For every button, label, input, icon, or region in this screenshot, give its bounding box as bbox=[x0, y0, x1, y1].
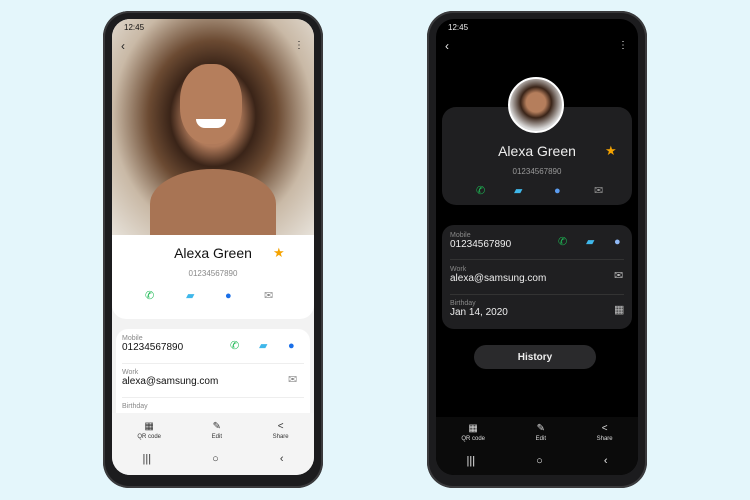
contact-name: Alexa Green bbox=[498, 143, 576, 159]
divider bbox=[450, 259, 624, 260]
bottom-area: ▦ QR code ✎ Edit < Share ||| ○ ‹ bbox=[436, 417, 638, 475]
back-nav-icon[interactable]: ‹ bbox=[604, 455, 608, 467]
edit-button[interactable]: ✎ Edit bbox=[536, 423, 546, 442]
message-icon[interactable]: ▰ bbox=[259, 341, 267, 352]
star-icon[interactable]: ★ bbox=[273, 246, 285, 259]
back-icon[interactable]: ‹ bbox=[121, 39, 125, 53]
detail-label: Work bbox=[122, 369, 139, 376]
screen-dark: 12:45 ‹ ⋮ Alexa Green ★ 01234567890 ✆ ▰ … bbox=[436, 19, 638, 475]
recents-icon[interactable]: ||| bbox=[467, 455, 476, 467]
phone-dark: 12:45 ‹ ⋮ Alexa Green ★ 01234567890 ✆ ▰ … bbox=[427, 11, 647, 488]
more-options-icon[interactable]: ⋮ bbox=[294, 40, 304, 51]
detail-birthday[interactable]: Birthday Jan 14, 2020 bbox=[450, 300, 508, 318]
back-nav-icon[interactable]: ‹ bbox=[280, 453, 284, 465]
message-icon[interactable]: ▰ bbox=[586, 237, 594, 248]
more-options-icon[interactable]: ⋮ bbox=[618, 40, 628, 51]
mail-icon[interactable]: ✉ bbox=[288, 375, 297, 386]
screen-light: 12:45 ‹ ⋮ Alexa Green ★ 01234567890 ✆ ▰ … bbox=[112, 19, 314, 475]
share-icon: < bbox=[601, 423, 608, 434]
detail-value: Jan 14, 2020 bbox=[450, 307, 508, 318]
mail-icon[interactable]: ✉ bbox=[594, 186, 603, 197]
qr-code-icon: ▦ bbox=[468, 423, 478, 434]
video-call-icon[interactable]: ● bbox=[614, 237, 621, 248]
contact-avatar bbox=[508, 77, 564, 133]
history-button[interactable]: History bbox=[474, 345, 596, 369]
edit-label: Edit bbox=[535, 436, 546, 442]
qr-code-icon: ▦ bbox=[144, 421, 154, 432]
photo-smile bbox=[196, 119, 226, 128]
detail-value: alexa@samsung.com bbox=[450, 273, 547, 284]
divider bbox=[122, 397, 304, 398]
detail-work[interactable]: Work alexa@samsung.com bbox=[450, 266, 546, 284]
mail-icon[interactable]: ✉ bbox=[614, 271, 623, 282]
phone-icon[interactable]: ✆ bbox=[145, 291, 154, 302]
detail-label: Mobile bbox=[450, 232, 471, 239]
share-button[interactable]: < Share bbox=[273, 421, 289, 440]
detail-birthday[interactable]: Birthday bbox=[122, 403, 148, 410]
video-call-icon[interactable]: ● bbox=[288, 341, 295, 352]
back-icon[interactable]: ‹ bbox=[445, 39, 449, 53]
qr-code-label: QR code bbox=[137, 434, 161, 440]
qr-code-label: QR code bbox=[461, 436, 485, 442]
pencil-icon: ✎ bbox=[536, 423, 545, 434]
detail-value: 01234567890 bbox=[122, 342, 184, 353]
video-call-icon[interactable]: ● bbox=[554, 186, 561, 197]
detail-label: Mobile bbox=[122, 335, 143, 342]
status-time: 12:45 bbox=[124, 23, 145, 32]
home-icon[interactable]: ○ bbox=[212, 453, 219, 465]
star-icon[interactable]: ★ bbox=[605, 144, 617, 157]
share-label: Share bbox=[272, 434, 289, 440]
recents-icon[interactable]: ||| bbox=[143, 453, 152, 465]
qr-code-button[interactable]: ▦ QR code bbox=[461, 423, 485, 442]
detail-label: Birthday bbox=[450, 300, 476, 307]
share-button[interactable]: < Share bbox=[597, 423, 613, 442]
detail-mobile[interactable]: Mobile 01234567890 bbox=[122, 335, 183, 353]
qr-code-button[interactable]: ▦ QR code bbox=[137, 421, 161, 440]
share-label: Share bbox=[596, 436, 613, 442]
edit-button[interactable]: ✎ Edit bbox=[212, 421, 222, 440]
bottom-area: ▦ QR code ✎ Edit < Share ||| ○ ‹ bbox=[112, 413, 314, 475]
detail-label: Work bbox=[450, 266, 467, 273]
calendar-icon[interactable]: ▦ bbox=[614, 305, 624, 316]
status-time: 12:45 bbox=[448, 23, 469, 32]
header-card: Alexa Green ★ 01234567890 ✆ ▰ ● ✉ bbox=[112, 235, 314, 319]
photo-face bbox=[180, 64, 242, 144]
details-card: Mobile 01234567890 ✆ ▰ ● Work alexa@samsun… bbox=[442, 225, 632, 329]
photo-shoulders bbox=[150, 169, 276, 239]
pencil-icon: ✎ bbox=[212, 421, 221, 432]
detail-value: 01234567890 bbox=[450, 239, 512, 250]
divider bbox=[450, 294, 624, 295]
phone-icon[interactable]: ✆ bbox=[476, 186, 485, 197]
detail-label: Birthday bbox=[122, 403, 148, 410]
home-icon[interactable]: ○ bbox=[536, 455, 543, 467]
detail-work[interactable]: Work alexa@samsung.com bbox=[122, 369, 218, 387]
contact-photo bbox=[112, 19, 314, 239]
detail-value: alexa@samsung.com bbox=[122, 376, 219, 387]
share-icon: < bbox=[277, 421, 284, 432]
contact-number: 01234567890 bbox=[512, 167, 562, 176]
message-icon[interactable]: ▰ bbox=[186, 291, 194, 302]
phone-light: 12:45 ‹ ⋮ Alexa Green ★ 01234567890 ✆ ▰ … bbox=[103, 11, 323, 488]
contact-number: 01234567890 bbox=[188, 269, 238, 278]
video-call-icon[interactable]: ● bbox=[225, 291, 232, 302]
divider bbox=[122, 363, 304, 364]
phone-icon[interactable]: ✆ bbox=[558, 237, 567, 248]
mail-icon[interactable]: ✉ bbox=[264, 291, 273, 302]
phone-icon[interactable]: ✆ bbox=[230, 341, 239, 352]
detail-mobile[interactable]: Mobile 01234567890 bbox=[450, 232, 511, 250]
message-icon[interactable]: ▰ bbox=[514, 186, 522, 197]
edit-label: Edit bbox=[211, 434, 222, 440]
